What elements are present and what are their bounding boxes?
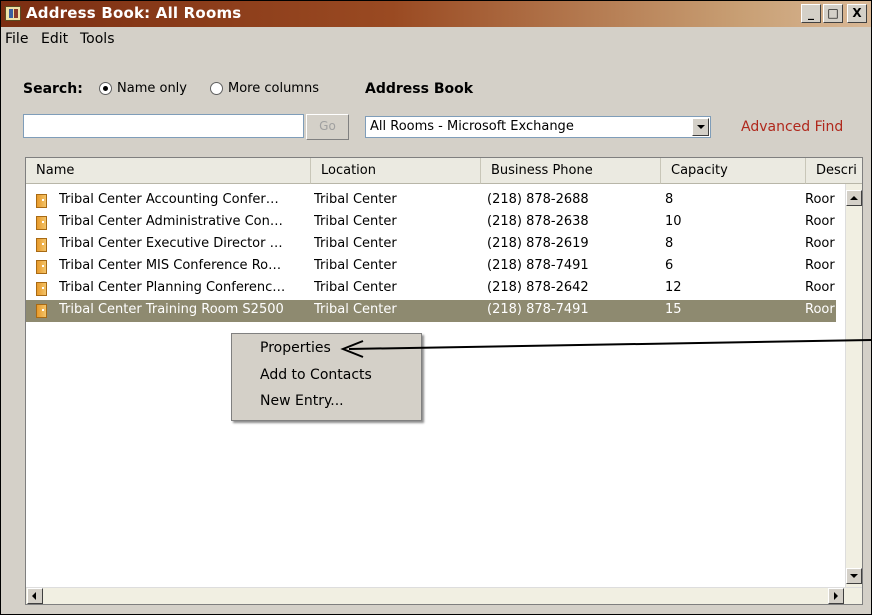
address-book-window: Address Book: All Rooms _ □ X File Edit … — [0, 0, 872, 615]
annotation-arrow-icon — [340, 339, 872, 358]
